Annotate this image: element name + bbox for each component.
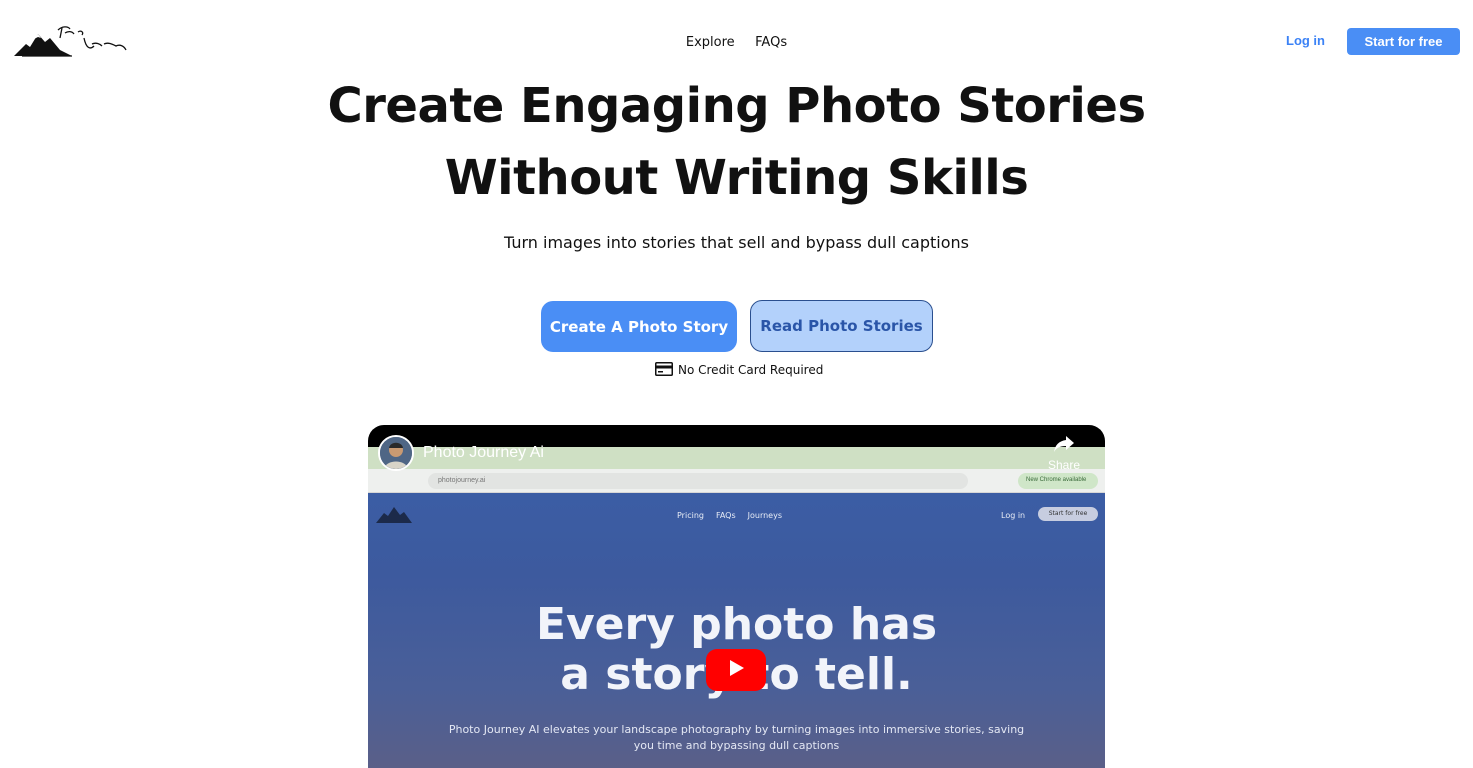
video-nav-pricing: Pricing: [677, 511, 704, 520]
share-button[interactable]: Share: [1044, 435, 1084, 472]
video-title-bar: Photo Journey Ai Share: [368, 425, 1105, 485]
video-nav-start: Start for free: [1038, 507, 1098, 521]
credit-card-icon: [655, 361, 673, 379]
video-nav-login: Log in: [1001, 511, 1026, 520]
no-credit-card-text: No Credit Card Required: [678, 363, 824, 377]
create-photo-story-button[interactable]: Create A Photo Story: [541, 301, 737, 352]
video-hero-description: Photo Journey AI elevates your landscape…: [448, 723, 1025, 752]
video-player[interactable]: photojourney.ai New Chrome available Pri…: [368, 425, 1105, 768]
photo-journey-logo[interactable]: [12, 22, 130, 60]
video-site-logo: [374, 501, 414, 527]
headline-line-1: Create Engaging Photo Stories: [327, 78, 1146, 134]
hero-subheadline: Turn images into stories that sell and b…: [504, 233, 969, 252]
read-photo-stories-button[interactable]: Read Photo Stories: [750, 300, 933, 352]
nav-explore[interactable]: Explore: [686, 35, 735, 50]
share-icon: [1053, 436, 1075, 456]
main-nav: Explore FAQs: [0, 33, 1473, 51]
hero-headline: Create Engaging Photo Stories Without Wr…: [0, 70, 1473, 214]
start-for-free-button[interactable]: Start for free: [1347, 28, 1460, 55]
no-credit-card-note: No Credit Card Required: [655, 361, 823, 379]
login-link[interactable]: Log in: [1286, 33, 1325, 48]
nav-faqs[interactable]: FAQs: [755, 35, 787, 50]
video-title[interactable]: Photo Journey Ai: [423, 444, 544, 462]
share-label: Share: [1047, 458, 1081, 472]
play-icon: [726, 658, 746, 683]
video-nav-faqs: FAQs: [715, 511, 736, 520]
headline-line-2: Without Writing Skills: [444, 150, 1029, 206]
play-button[interactable]: [706, 649, 766, 691]
channel-avatar[interactable]: [378, 435, 414, 471]
video-nav-journeys: Journeys: [747, 511, 783, 520]
video-title-line-1: Every photo has: [535, 599, 938, 650]
